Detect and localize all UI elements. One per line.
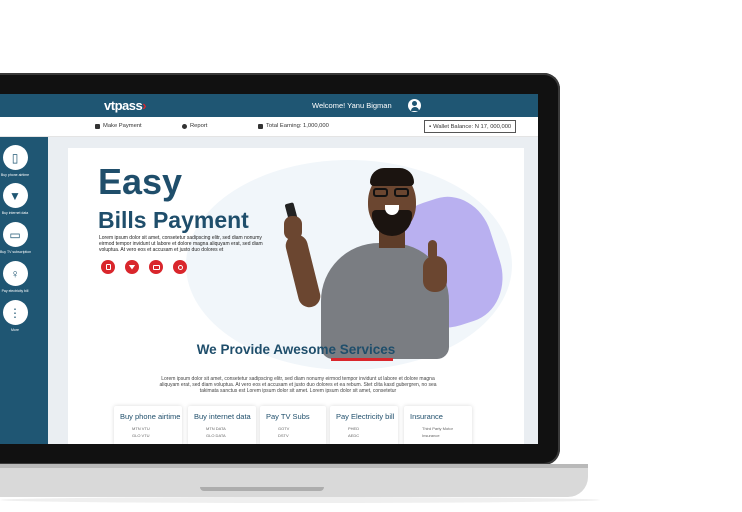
hero-card: Easy Bills Payment Lorem ipsum dolor sit… [68,148,524,444]
sidebar-item-label: Buy phone airtime [0,173,30,177]
hero-title-easy: Easy [98,161,183,202]
sidebar-item-more[interactable]: ⋮ More [0,300,30,332]
sidebar-item-label: Pay electricity bill [1,289,29,293]
service-card-title: Pay TV Subs [266,412,310,421]
tv-icon: ▭ [2,222,28,247]
service-card-tv[interactable]: Pay TV Subs GOTV DSTV [260,406,326,444]
sidebar-item-label: Buy TV subscription [0,250,32,254]
laptop-screen: vtpass› Welcome! Yanu Bigman Make Paymen… [0,94,538,444]
service-card-line: GLO VTU [132,433,150,438]
earning-icon [258,123,263,129]
man-hand [284,216,302,240]
laptop-notch [200,487,324,491]
service-card-line: PHED [348,426,360,431]
services-underline [331,358,393,361]
wallet-balance-box[interactable]: ▪ Wallet Balance: N 17, 000,000 [424,120,517,133]
quick-phone-button[interactable] [101,260,115,274]
phone-icon [105,264,111,270]
services-description: Lorem ipsum dolor sit amet, consetetur s… [159,376,437,394]
laptop-shadow [0,497,600,503]
logo-suffix: pass [114,98,143,113]
sidebar-item-tv[interactable]: ▭ Buy TV subscription [0,222,32,254]
man-glasses [373,188,411,197]
services-title: We Provide Awesome Services [196,342,396,357]
service-cards: Buy phone airtime MTN VTU GLO VTU Buy in… [114,406,524,444]
service-card-airtime[interactable]: Buy phone airtime MTN VTU GLO VTU [114,406,182,444]
laptop-base-edge [0,464,588,468]
action-subbar: Make Payment Report Total Earning: 1,000… [0,117,538,137]
service-card-electricity[interactable]: Pay Electricity bill PHED AEDC [330,406,398,444]
report-link[interactable]: Report [182,123,207,129]
total-earning-label: Total Earning: 1,000,000 [266,123,329,129]
laptop-base [0,464,588,497]
service-card-title: Buy internet data [194,412,251,421]
logo-prefix: vt [104,98,115,113]
main-content: Easy Bills Payment Lorem ipsum dolor sit… [48,137,538,444]
hero-title-bills: Bills Payment [98,207,249,233]
wifi-icon: ▼ [2,183,28,208]
service-card-line: GOTV [278,426,290,431]
thumbs-up-icon [428,240,437,260]
bulb-icon: ♀ [2,261,28,286]
service-card-title: Pay Electricity bill [336,412,395,421]
sidebar-item-data[interactable]: ▼ Buy internet data [0,183,30,215]
man-fist [423,256,447,292]
wallet-icon: ▪ [429,123,432,130]
service-card-data[interactable]: Buy internet data MTN DATA GLO DATA [188,406,256,444]
wifi-icon [128,264,136,270]
card-icon [95,123,100,129]
service-card-line: MTN DATA [206,426,226,431]
wallet-balance-label: Wallet Balance: N 17, 000,000 [433,123,512,130]
service-card-line: MTN VTU [132,426,150,431]
top-navigation-bar: vtpass› Welcome! Yanu Bigman [0,94,538,117]
sidebar-item-label: More [11,328,19,332]
service-card-line: GLO DATA [206,433,226,438]
quick-wifi-button[interactable] [125,260,139,274]
user-avatar-icon[interactable] [408,99,421,112]
sidebar-item-airtime[interactable]: ▯ Buy phone airtime [0,145,30,177]
tv-icon [152,264,160,270]
service-card-title: Buy phone airtime [120,412,181,421]
service-card-line: Third Party Motor [422,426,453,431]
sidebar-item-label: Buy internet data [1,211,29,215]
report-icon [182,123,187,129]
phone-icon: ▯ [2,145,28,170]
bulb-icon [177,264,183,270]
service-card-title: Insurance [410,412,443,421]
service-card-line: DSTV [278,433,289,438]
service-card-insurance[interactable]: Insurance Third Party Motor Insurance [404,406,472,444]
logo-arrow-icon: › [142,98,147,113]
service-card-line: AEDC [348,433,360,438]
make-payment-label: Make Payment [103,123,142,129]
man-hair [370,168,414,186]
quick-service-icons [101,260,187,274]
report-label: Report [190,123,208,129]
welcome-text: Welcome! Yanu Bigman [312,101,392,110]
service-card-line: Insurance [422,433,440,438]
quick-bulb-button[interactable] [173,260,187,274]
vtpass-logo[interactable]: vtpass› [104,98,147,113]
sidebar-item-electricity[interactable]: ♀ Pay electricity bill [0,261,30,293]
more-icon: ⋮ [2,300,28,325]
sidebar: ▯ Buy phone airtime ▼ Buy internet data … [0,137,48,444]
quick-tv-button[interactable] [149,260,163,274]
hero-description: Lorem ipsum dolor sit amet, consetetur s… [99,235,263,253]
total-earning: Total Earning: 1,000,000 [258,123,329,129]
make-payment-link[interactable]: Make Payment [95,123,142,129]
